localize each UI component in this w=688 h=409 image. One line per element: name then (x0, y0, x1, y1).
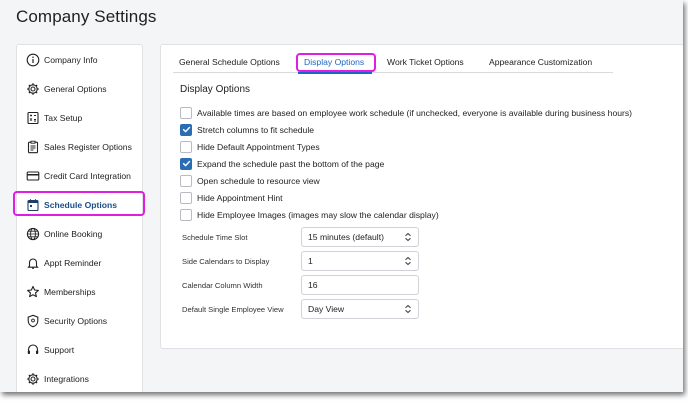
schedule-time-slot-select[interactable]: 15 minutes (default) (301, 227, 419, 247)
checkbox[interactable] (180, 174, 192, 187)
field-label: Calendar Column Width (182, 280, 263, 290)
settings-sidebar: Company Info General Options Tax Setup S… (16, 44, 143, 392)
select-value: 1 (308, 256, 313, 266)
chevron-up-down-icon (404, 256, 412, 266)
sidebar-item-schedule-options[interactable]: Schedule Options (17, 192, 144, 218)
field-label: Schedule Time Slot (182, 232, 248, 242)
sidebar-item-label: Schedule Options (44, 200, 118, 210)
sidebar-item-label: Support (44, 345, 75, 355)
calculator-icon (26, 111, 40, 125)
tab-bar: General Schedule Options Display Options… (173, 55, 613, 74)
globe-icon (26, 227, 40, 241)
active-tab-underline (298, 72, 372, 74)
chevron-up-down-icon (404, 232, 412, 242)
bell-icon (26, 256, 40, 270)
sidebar-item-label: Company Info (44, 55, 98, 65)
field-label: Side Calendars to Display (182, 256, 270, 266)
checkmark-icon (182, 160, 190, 167)
option-hide-appointment-hint[interactable]: Hide Appointment Hint (180, 191, 283, 204)
sidebar-item-label: Integrations (44, 374, 89, 384)
checkbox[interactable] (180, 106, 192, 119)
option-stretch-columns[interactable]: Stretch columns to fit schedule (180, 123, 314, 136)
sidebar-item-label: Memberships (44, 287, 96, 297)
sidebar-item-label: General Options (44, 84, 107, 94)
side-calendars-select[interactable]: 1 (301, 251, 419, 271)
checkmark-icon (182, 126, 190, 133)
field-schedule-time-slot: Schedule Time Slot 15 minutes (default) (182, 227, 419, 247)
sidebar-item-support[interactable]: Support (17, 337, 144, 363)
checkbox-checked[interactable] (180, 157, 192, 170)
gear-icon (26, 82, 40, 96)
tab-general-schedule-options[interactable]: General Schedule Options (179, 57, 280, 67)
checkbox[interactable] (180, 191, 192, 204)
option-hide-employee-images[interactable]: Hide Employee Images (images may slow th… (180, 208, 439, 221)
sidebar-item-appt-reminder[interactable]: Appt Reminder (17, 250, 144, 276)
sidebar-item-label: Credit Card Integration (44, 171, 131, 181)
select-value: Day View (308, 304, 345, 314)
clipboard-icon (26, 140, 40, 154)
checkbox-label: Available times are based on employee wo… (197, 107, 633, 118)
sidebar-item-memberships[interactable]: Memberships (17, 279, 144, 305)
tab-work-ticket-options[interactable]: Work Ticket Options (387, 57, 464, 67)
checkbox[interactable] (180, 208, 192, 221)
option-open-resource-view[interactable]: Open schedule to resource view (180, 174, 320, 187)
gear-icon (26, 372, 40, 386)
tab-display-options[interactable]: Display Options (304, 57, 364, 67)
calendar-column-width-input[interactable]: 16 (301, 275, 419, 295)
info-icon (26, 53, 40, 67)
option-expand-schedule[interactable]: Expand the schedule past the bottom of t… (180, 157, 384, 170)
checkbox-label: Hide Employee Images (images may slow th… (197, 209, 439, 220)
headset-icon (26, 343, 40, 357)
sidebar-item-security-options[interactable]: Security Options (17, 308, 144, 334)
calendar-icon (26, 198, 40, 212)
checkbox-label: Stretch columns to fit schedule (197, 124, 315, 135)
settings-window: Company Settings Company Info General Op… (0, 0, 683, 392)
field-default-single-employee-view: Default Single Employee View Day View (182, 299, 419, 319)
checkbox-label: Hide Appointment Hint (197, 192, 283, 203)
sidebar-item-credit-card-integration[interactable]: Credit Card Integration (17, 163, 144, 189)
option-availability-by-schedule[interactable]: Available times are based on employee wo… (180, 106, 632, 119)
input-value: 16 (308, 280, 318, 290)
sidebar-item-label: Tax Setup (44, 113, 83, 123)
sidebar-item-label: Online Booking (44, 229, 103, 239)
shield-icon (26, 314, 40, 328)
sidebar-item-online-booking[interactable]: Online Booking (17, 221, 144, 247)
chevron-up-down-icon (404, 304, 412, 314)
option-hide-default-appointment-types[interactable]: Hide Default Appointment Types (180, 140, 320, 153)
sidebar-item-sales-register-options[interactable]: Sales Register Options (17, 134, 144, 160)
checkbox-checked[interactable] (180, 123, 192, 136)
page-title: Company Settings (16, 7, 157, 26)
checkbox-label: Hide Default Appointment Types (197, 141, 320, 152)
select-value: 15 minutes (default) (308, 232, 384, 242)
checkbox[interactable] (180, 140, 192, 153)
sidebar-item-general-options[interactable]: General Options (17, 76, 144, 102)
section-title: Display Options (180, 84, 251, 95)
star-icon (26, 285, 40, 299)
sidebar-item-integrations[interactable]: Integrations (17, 366, 144, 392)
tab-appearance-customization[interactable]: Appearance Customization (489, 57, 592, 67)
field-label: Default Single Employee View (182, 304, 284, 314)
sidebar-item-company-info[interactable]: Company Info (17, 47, 144, 73)
field-calendar-column-width: Calendar Column Width 16 (182, 275, 419, 295)
default-employee-view-select[interactable]: Day View (301, 299, 419, 319)
checkbox-label: Expand the schedule past the bottom of t… (197, 158, 385, 169)
sidebar-item-label: Appt Reminder (44, 258, 102, 268)
field-side-calendars: Side Calendars to Display 1 (182, 251, 419, 271)
sidebar-item-tax-setup[interactable]: Tax Setup (17, 105, 144, 131)
sidebar-item-label: Security Options (44, 316, 108, 326)
content-panel: General Schedule Options Display Options… (160, 44, 683, 349)
checkbox-label: Open schedule to resource view (197, 175, 320, 186)
credit-card-icon (26, 169, 40, 183)
sidebar-item-label: Sales Register Options (44, 142, 132, 152)
